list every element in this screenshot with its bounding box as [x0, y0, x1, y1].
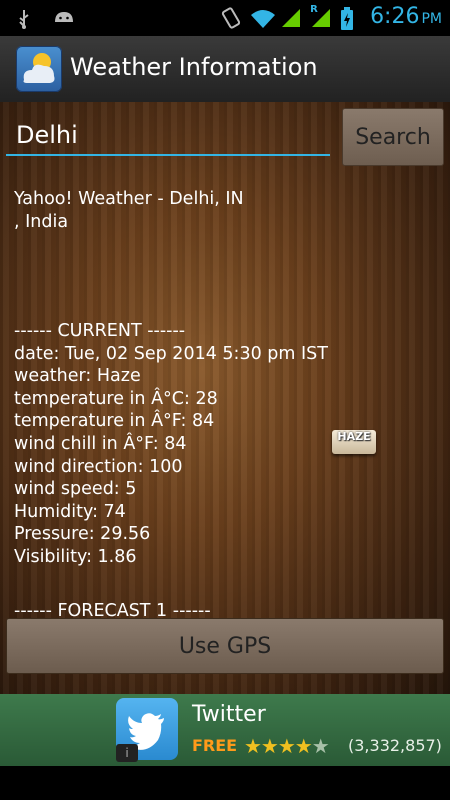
app-title: Weather Information [70, 53, 318, 81]
battery-icon [340, 6, 360, 30]
weather-content: Search Yahoo! Weather - Delhi, IN, India… [0, 102, 450, 694]
wind-direction: wind direction: 100 [14, 456, 183, 477]
search-button[interactable]: Search [342, 108, 444, 166]
android-icon [52, 8, 73, 28]
wind-chill: wind chill in Â°F: 84 [14, 433, 187, 454]
pressure: Pressure: 29.56 [14, 524, 151, 545]
ad-price: FREE [192, 736, 238, 755]
current-weather: weather: Haze [14, 366, 141, 387]
clock-ampm: PM [421, 11, 442, 27]
roaming-signal-icon: R [310, 3, 331, 27]
status-bar: R 6:26 PM [0, 0, 450, 36]
haze-badge-label: HAZE [337, 430, 371, 443]
report-title: Yahoo! Weather - Delhi, IN, India [14, 188, 244, 233]
temperature-celsius: temperature in Â°C: 28 [14, 388, 218, 409]
use-gps-button[interactable]: Use GPS [6, 618, 444, 674]
report-title-line-2: , India [14, 211, 69, 232]
current-header: ------ CURRENT ------ [14, 321, 186, 341]
temperature-fahrenheit: temperature in Â°F: 84 [14, 411, 215, 432]
roaming-mark: R [310, 3, 318, 15]
signal-icon [280, 7, 301, 27]
ad-rating-stars: ★★★★★ [244, 734, 330, 758]
ad-app-name: Twitter [192, 702, 266, 727]
ad-banner[interactable]: i Twitter FREE ★★★★★ (3,332,857) [0, 694, 450, 766]
report-title-line-1: Yahoo! Weather - Delhi, IN [14, 189, 244, 209]
current-conditions: ------ CURRENT ------ date: Tue, 02 Sep 2… [14, 320, 328, 569]
wind-speed: wind speed: 5 [14, 479, 137, 500]
action-bar: Weather Information [0, 36, 450, 104]
ad-rating-count: (3,332,857) [348, 736, 442, 755]
navigation-bar [0, 766, 450, 800]
ad-info-icon[interactable]: i [116, 744, 138, 762]
current-date: date: Tue, 02 Sep 2014 5:30 pm IST [14, 343, 328, 364]
weather-cloud-sun-icon [16, 46, 62, 92]
wifi-icon [250, 7, 276, 28]
visibility: Visibility: 1.86 [14, 546, 137, 567]
clock-time: 6:26 [370, 4, 420, 29]
humidity: Humidity: 74 [14, 501, 126, 522]
city-input[interactable] [6, 116, 330, 156]
haze-condition-icon: HAZE [332, 430, 376, 454]
clock: 6:26 PM [370, 4, 442, 29]
usb-icon [14, 8, 34, 29]
vibrate-icon [220, 6, 241, 29]
